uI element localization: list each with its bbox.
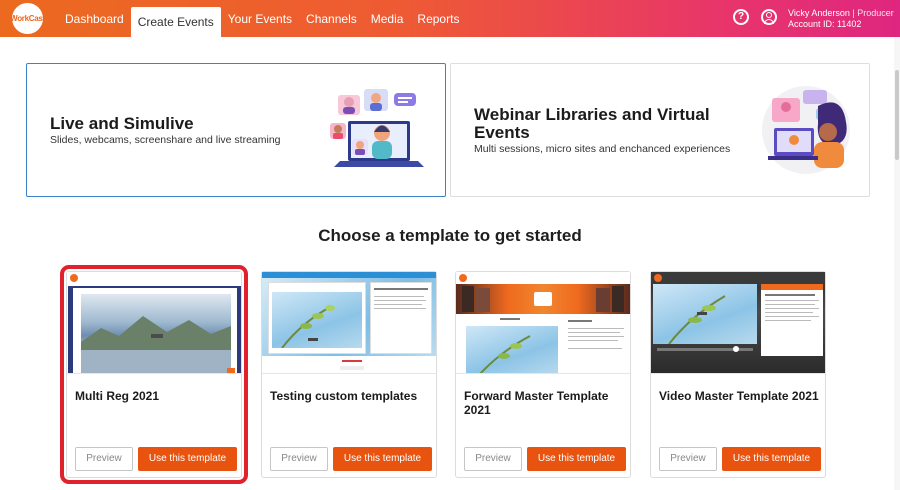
template-thumbnail: [262, 272, 436, 374]
use-template-button[interactable]: Use this template: [138, 447, 237, 471]
workcast-mini-logo: [70, 274, 78, 282]
event-type-title: Live and Simulive: [50, 114, 194, 133]
use-template-button[interactable]: Use this template: [722, 447, 821, 471]
nav-create-events[interactable]: Create Events: [130, 7, 221, 37]
template-card-testing-custom[interactable]: Testing custom templates Preview Use thi…: [261, 271, 437, 478]
event-type-title: Webinar Libraries and Virtual Events: [474, 105, 710, 142]
event-type-live-simulive[interactable]: Live and Simulive Slides, webcams, scree…: [26, 63, 446, 197]
main-nav: Dashboard Create Events Your Events Chan…: [58, 0, 466, 37]
preview-button[interactable]: Preview: [270, 447, 328, 471]
preview-button[interactable]: Preview: [659, 447, 717, 471]
workcast-mini-logo-2: [654, 274, 662, 282]
help-icon[interactable]: ?: [733, 9, 749, 25]
preview-button[interactable]: Preview: [75, 447, 133, 471]
nav-reports[interactable]: Reports: [410, 0, 466, 37]
nav-your-events[interactable]: Your Events: [221, 0, 299, 37]
scrollbar-thumb[interactable]: [895, 70, 899, 160]
nav-media[interactable]: Media: [364, 0, 411, 37]
template-name: Multi Reg 2021: [75, 389, 160, 403]
preview-button[interactable]: Preview: [464, 447, 522, 471]
use-template-button[interactable]: Use this template: [527, 447, 626, 471]
event-type-description: Slides, webcams, screenshare and live st…: [50, 134, 281, 146]
template-card-forward-master-2021[interactable]: Forward Master Template 2021 Preview Use…: [455, 271, 631, 478]
template-thumbnail: [651, 272, 825, 374]
template-name: Testing custom templates: [270, 389, 418, 403]
template-card-multi-reg-2021[interactable]: Multi Reg 2021 Preview Use this template: [60, 265, 248, 484]
user-icon[interactable]: [761, 9, 777, 25]
user-role: | Producer: [852, 8, 894, 18]
webinar-illustration: [762, 86, 850, 174]
top-navigation-bar: WorkCast Dashboard Create Events Your Ev…: [0, 0, 900, 37]
workcast-mini-logo: [459, 274, 467, 282]
account-id: Account ID: 11402: [788, 19, 862, 29]
nav-channels[interactable]: Channels: [299, 0, 364, 37]
template-card-video-master-2021[interactable]: Video Master Template 2021 Preview Use t…: [650, 271, 826, 478]
template-thumbnail: [67, 272, 241, 374]
live-event-illustration: [330, 89, 424, 167]
event-type-webinar-libraries[interactable]: Webinar Libraries and Virtual Events Mul…: [450, 63, 870, 197]
workcast-logo[interactable]: WorkCast: [10, 3, 45, 34]
nav-dashboard[interactable]: Dashboard: [58, 0, 131, 37]
user-name: Vicky Anderson: [788, 8, 850, 18]
template-name: Video Master Template 2021: [659, 389, 819, 403]
template-name: Forward Master Template 2021: [464, 389, 609, 417]
section-title: Choose a template to get started: [318, 226, 582, 245]
use-template-button[interactable]: Use this template: [333, 447, 432, 471]
account-info[interactable]: Vicky Anderson | Producer Account ID: 11…: [788, 8, 894, 30]
template-thumbnail: [456, 272, 630, 374]
event-type-description: Multi sessions, micro sites and enchance…: [474, 143, 731, 155]
